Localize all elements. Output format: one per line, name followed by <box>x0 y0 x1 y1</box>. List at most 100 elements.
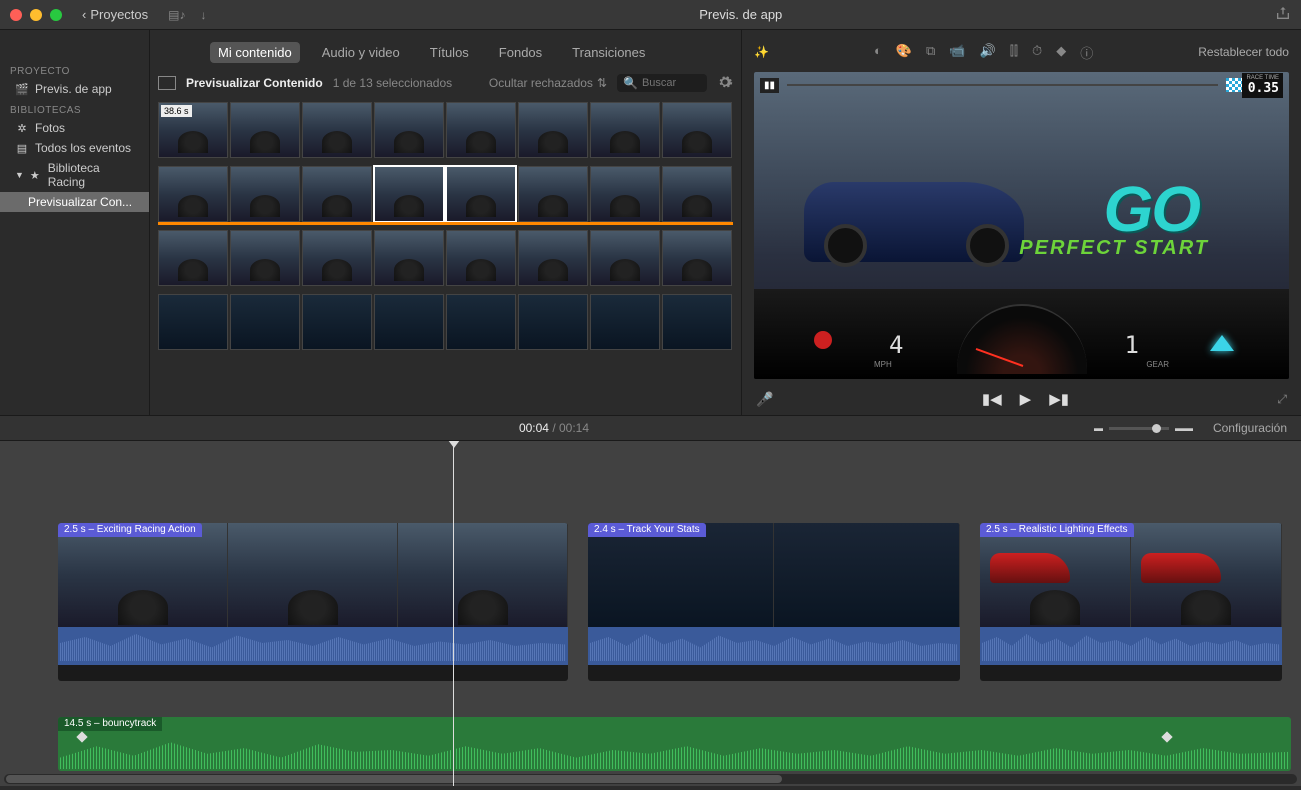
noise-reduction-icon[interactable]: ⫿⫿ <box>1010 43 1018 62</box>
clip-thumbnail[interactable] <box>662 102 732 158</box>
clip-filter-icon[interactable]: ◆ <box>1056 43 1066 62</box>
clip-thumbnail[interactable] <box>518 230 588 286</box>
tab-my-content[interactable]: Mi contenido <box>210 42 300 63</box>
library-list-icon[interactable]: ▤♪ <box>168 8 185 22</box>
disclosure-triangle-icon[interactable]: ▼ <box>15 170 24 180</box>
clip-thumbnail-selected[interactable] <box>374 166 444 222</box>
thumbnail-grid[interactable]: 38.6 s <box>150 98 741 415</box>
clip-thumbnail[interactable] <box>518 102 588 158</box>
info-icon[interactable]: ⓘ <box>1080 43 1093 62</box>
sidebar: PROYECTO 🎬 Previs. de app BIBLIOTECAS ✲ … <box>0 30 150 415</box>
stabilize-icon[interactable]: 📹 <box>949 43 965 62</box>
clip-audio-waveform[interactable] <box>588 627 960 665</box>
reset-all-button[interactable]: Restablecer todo <box>1198 45 1289 59</box>
filter-dropdown[interactable]: Ocultar rechazados ⇅ <box>489 76 607 90</box>
clip-thumbnail-selected[interactable] <box>446 166 516 222</box>
clip-thumbnail[interactable] <box>374 102 444 158</box>
sidebar-header-project: PROYECTO <box>0 60 149 79</box>
clip-thumbnail[interactable] <box>590 166 660 222</box>
maximize-button[interactable] <box>50 9 62 21</box>
timeline-clip[interactable]: 2.4 s – Track Your Stats <box>588 523 960 681</box>
search-input[interactable] <box>642 77 702 89</box>
tab-transitions[interactable]: Transiciones <box>564 42 653 63</box>
clip-thumbnail[interactable] <box>446 294 516 350</box>
clip-thumbnail[interactable] <box>446 230 516 286</box>
clip-thumbnail[interactable] <box>518 294 588 350</box>
timeline-clip[interactable]: 2.5 s – Exciting Racing Action <box>58 523 568 681</box>
clip-thumbnail[interactable] <box>230 102 300 158</box>
clip-thumbnail[interactable] <box>374 230 444 286</box>
color-correction-icon[interactable]: 🎨 <box>896 43 912 62</box>
total-time: 00:14 <box>559 421 589 435</box>
close-button[interactable] <box>10 9 22 21</box>
clip-thumbnail[interactable] <box>230 294 300 350</box>
clip-thumbnail[interactable] <box>590 102 660 158</box>
clip-thumbnail[interactable] <box>230 230 300 286</box>
tab-backgrounds[interactable]: Fondos <box>491 42 550 63</box>
clip-thumbnail[interactable] <box>158 166 228 222</box>
dashboard-graphic: 4 MPH 1 GEAR <box>754 289 1289 379</box>
sidebar-project-label: Previs. de app <box>35 82 112 96</box>
minimize-button[interactable] <box>30 9 42 21</box>
clip-thumbnail[interactable] <box>302 166 372 222</box>
race-progress <box>787 84 1218 86</box>
clip-thumbnail[interactable] <box>662 230 732 286</box>
crop-icon[interactable]: ⧉ <box>926 43 935 62</box>
clip-frame <box>58 523 228 627</box>
prev-button[interactable]: ▮◀ <box>982 390 1002 408</box>
fullscreen-icon[interactable]: ⤢ <box>1277 392 1287 407</box>
browser-tabs: Mi contenido Audio y video Títulos Fondo… <box>150 36 741 68</box>
timeline-settings-button[interactable]: Configuración <box>1213 421 1287 435</box>
sidebar-item-racing-library[interactable]: ▼ ★ Biblioteca Racing <box>0 158 149 192</box>
clip-thumbnail[interactable] <box>158 230 228 286</box>
color-balance-icon[interactable]: ◐ <box>874 43 882 62</box>
playhead[interactable] <box>453 441 454 786</box>
clip-thumbnail[interactable] <box>590 294 660 350</box>
clip-thumbnail[interactable]: 38.6 s <box>158 102 228 158</box>
clip-thumbnail[interactable] <box>590 230 660 286</box>
clip-thumbnail[interactable] <box>446 102 516 158</box>
clip-frame <box>398 523 568 627</box>
browser-bar: Previsualizar Contenido 1 de 13 seleccio… <box>150 68 741 98</box>
time-separator: / <box>552 421 559 435</box>
speed-icon[interactable]: ⏱ <box>1032 43 1042 62</box>
clip-thumbnail[interactable] <box>518 166 588 222</box>
clip-title-bar: 2.5 s – Exciting Racing Action <box>58 523 202 537</box>
clip-thumbnail[interactable] <box>158 294 228 350</box>
share-button[interactable] <box>1275 5 1291 24</box>
clip-thumbnail[interactable] <box>662 166 732 222</box>
next-button[interactable]: ▶▮ <box>1049 390 1069 408</box>
timeline-clip[interactable]: 2.5 s – Realistic Lighting Effects <box>980 523 1282 681</box>
voiceover-mic-icon[interactable]: 🎤 <box>756 391 773 408</box>
sidebar-item-preview-content[interactable]: Previsualizar Con... <box>0 192 149 212</box>
settings-gear-icon[interactable] <box>717 74 733 93</box>
clip-thumbnail[interactable] <box>374 294 444 350</box>
search-box[interactable]: 🔍 <box>617 74 707 92</box>
preview-controls: 🎤 ▮◀ ▶ ▶▮ ⤢ <box>742 383 1301 415</box>
zoom-slider[interactable]: ▬ ▬▬ <box>1094 423 1193 433</box>
play-button[interactable]: ▶ <box>1020 390 1032 408</box>
volume-icon[interactable]: 🔊 <box>980 43 996 62</box>
clip-thumbnail[interactable] <box>230 166 300 222</box>
horizontal-scrollbar[interactable] <box>4 774 1297 784</box>
clip-thumbnail[interactable] <box>302 230 372 286</box>
sidebar-racing-label: Biblioteca Racing <box>48 161 139 189</box>
layout-toggle-icon[interactable] <box>158 76 176 90</box>
clip-audio-waveform[interactable] <box>58 627 568 665</box>
timeline[interactable]: 2.5 s – Exciting Racing Action 2.4 s – T… <box>0 441 1301 786</box>
tab-audio-video[interactable]: Audio y video <box>314 42 408 63</box>
clip-audio-waveform[interactable] <box>980 627 1282 665</box>
sidebar-item-project[interactable]: 🎬 Previs. de app <box>0 79 149 99</box>
sidebar-item-all-events[interactable]: ▤ Todos los eventos <box>0 138 149 158</box>
sidebar-item-photos[interactable]: ✲ Fotos <box>0 118 149 138</box>
tab-titles[interactable]: Títulos <box>422 42 477 63</box>
zoom-out-icon: ▬ <box>1094 423 1103 433</box>
clip-thumbnail[interactable] <box>302 294 372 350</box>
background-audio-track[interactable]: 14.5 s – bouncytrack <box>58 717 1291 771</box>
back-to-projects-button[interactable]: ‹ Proyectos <box>82 7 148 22</box>
clip-thumbnail[interactable] <box>302 102 372 158</box>
enhance-wand-icon[interactable]: ✨ <box>754 45 769 59</box>
sidebar-preview-label: Previsualizar Con... <box>28 195 132 209</box>
clip-thumbnail[interactable] <box>662 294 732 350</box>
preview-viewer[interactable]: ▮▮ RACE TIME 0.35 GO PERFECT START 4 MPH <box>754 72 1289 379</box>
